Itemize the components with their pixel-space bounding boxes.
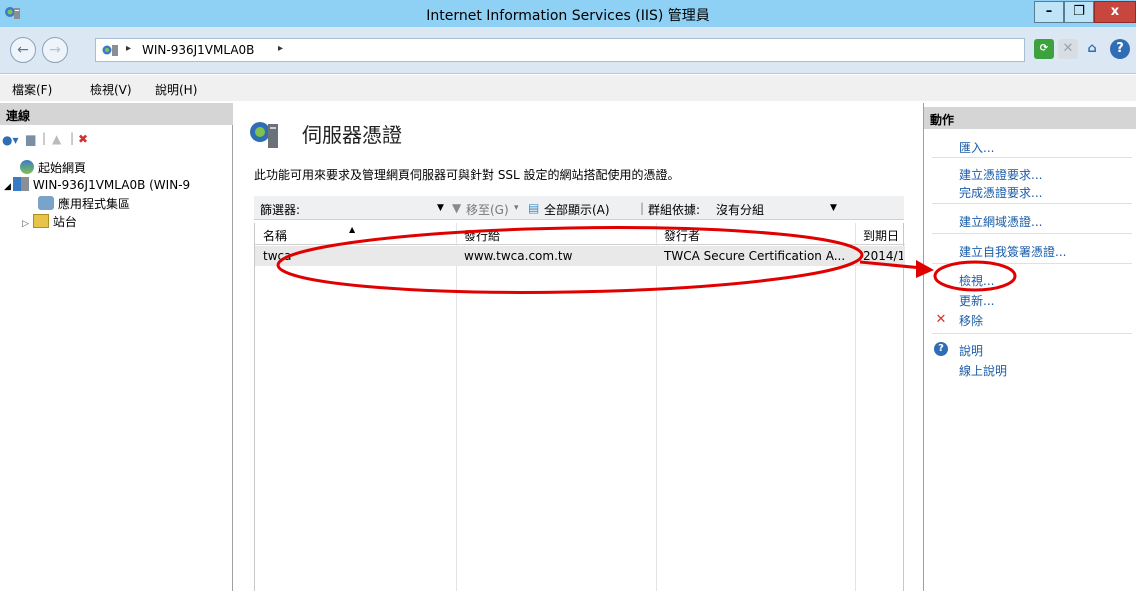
home-icon[interactable]: ⌂	[1082, 39, 1102, 59]
stop-icon[interactable]: ✕	[1058, 39, 1078, 59]
connect-globe-icon[interactable]: ●▾	[2, 133, 19, 147]
menu-view[interactable]: 檢視(V)	[90, 81, 132, 98]
toolbar-divider: |	[640, 201, 645, 215]
cell-name: twca	[263, 249, 292, 263]
tree-sites[interactable]: ▷ 站台	[22, 213, 77, 230]
connections-toolbar: ●▾ ▆ | ▲ | ✖	[0, 127, 233, 151]
connections-header: 連線	[0, 103, 233, 125]
cell-issued-to: www.twca.com.tw	[464, 249, 573, 263]
column-divider	[855, 223, 856, 591]
minimize-button[interactable]: –	[1034, 1, 1064, 23]
forward-button[interactable]: →	[42, 37, 68, 63]
certificates-table: 名稱 ▲ 發行給 發行者 到期日 twca www.twca.com.tw TW…	[254, 223, 905, 591]
title-bar: Internet Information Services (IIS) 管理員 …	[0, 0, 1136, 27]
complete-request-link[interactable]: 完成憑證要求...	[959, 184, 1042, 201]
refresh-icon[interactable]: ⟳	[1034, 39, 1054, 59]
tree-server[interactable]: ◢ WIN-936J1VMLA0B (WIN-9	[4, 177, 190, 192]
address-bar: ← → ▸ WIN-936J1VMLA0B ▸ ⟳ ✕ ⌂ ?	[0, 27, 1136, 74]
toolbar-divider: |	[42, 131, 47, 145]
column-issued-to[interactable]: 發行給	[464, 227, 500, 244]
table-row[interactable]: twca www.twca.com.tw TWCA Secure Certifi…	[255, 246, 905, 266]
table-header: 名稱 ▲ 發行給 發行者 到期日	[255, 223, 905, 245]
divider	[932, 263, 1132, 264]
window-title: Internet Information Services (IIS) 管理員	[426, 8, 710, 24]
close-button[interactable]: x	[1094, 1, 1136, 23]
tree-app-pools[interactable]: 應用程式集區	[38, 195, 130, 212]
create-domain-cert-link[interactable]: 建立網域憑證...	[959, 213, 1042, 230]
column-issued-by[interactable]: 發行者	[664, 227, 700, 244]
save-icon[interactable]: ▆	[26, 132, 35, 146]
import-link[interactable]: 匯入...	[959, 139, 994, 156]
page-description: 此功能可用來要求及管理網頁伺服器可與針對 SSL 設定的網站搭配使用的憑證。	[254, 168, 680, 182]
filter-dropdown-icon[interactable]: ▼	[437, 203, 444, 213]
toolbar-divider: |	[70, 131, 75, 145]
group-by-select[interactable]: 沒有分組	[716, 201, 764, 218]
divider	[932, 203, 1132, 204]
column-divider	[456, 223, 457, 591]
tree-label: 應用程式集區	[58, 197, 131, 211]
breadcrumb-server[interactable]: WIN-936J1VMLA0B	[142, 43, 254, 57]
help-link[interactable]: 說明	[959, 342, 983, 359]
online-help-link[interactable]: 線上說明	[959, 362, 1007, 379]
show-all-icon: ▤	[528, 201, 540, 215]
group-by-label: 群組依據:	[648, 203, 701, 217]
page-title: 伺服器憑證	[302, 123, 402, 147]
tree-label: 起始網頁	[38, 161, 87, 175]
column-name[interactable]: 名稱	[263, 227, 287, 244]
goto-dropdown-icon[interactable]: ▾	[514, 203, 519, 213]
help-icon: ?	[934, 342, 948, 356]
back-button[interactable]: ←	[10, 37, 36, 63]
breadcrumb-separator[interactable]: ▸	[278, 43, 283, 54]
menu-file[interactable]: 檔案(F)	[12, 81, 52, 98]
column-divider	[656, 223, 657, 591]
goto-button[interactable]: 移至(G)	[466, 201, 509, 218]
actions-pane: 動作 匯入... 建立憑證要求... 完成憑證要求... 建立網域憑證... 建…	[923, 103, 1136, 591]
sites-folder-icon	[32, 214, 49, 228]
connections-pane: 連線 ●▾ ▆ | ▲ | ✖ 起始網頁 ◢ WIN-936J1VMLA0B (W…	[0, 103, 233, 591]
divider	[932, 333, 1132, 334]
server-icon	[102, 45, 118, 56]
view-link[interactable]: 檢視...	[959, 272, 994, 289]
sort-ascending-icon: ▲	[349, 225, 356, 234]
group-by-dropdown-icon[interactable]: ▼	[830, 203, 837, 213]
filter-label: 篩選器:	[260, 203, 301, 217]
maximize-button[interactable]: ❐	[1064, 1, 1094, 23]
funnel-icon: ▼	[452, 201, 462, 215]
renew-link[interactable]: 更新...	[959, 292, 994, 309]
tree-start-page[interactable]: 起始網頁	[20, 159, 86, 176]
divider	[932, 233, 1132, 234]
create-request-link[interactable]: 建立憑證要求...	[959, 166, 1042, 183]
server-icon	[12, 177, 29, 191]
breadcrumb-separator: ▸	[126, 43, 132, 54]
divider	[932, 157, 1132, 158]
remove-link[interactable]: 移除	[959, 312, 983, 329]
filter-bar: 篩選器: ▼ ▼ 移至(G) ▾ ▤ 全部顯示(A) | 群組依據: 沒有分組 …	[254, 196, 904, 220]
back-arrow-icon: ←	[17, 42, 29, 58]
menu-help[interactable]: 說明(H)	[155, 81, 197, 98]
expand-arrow-icon[interactable]: ▷	[22, 219, 29, 229]
tree-label: 站台	[52, 215, 77, 229]
column-expiration[interactable]: 到期日	[863, 227, 899, 244]
up-level-icon[interactable]: ▲	[52, 132, 61, 146]
filter-input[interactable]	[314, 200, 434, 216]
feature-pane: 伺服器憑證 此功能可用來要求及管理網頁伺服器可與針對 SSL 設定的網站搭配使用…	[234, 103, 922, 591]
app-pool-icon	[38, 196, 54, 210]
create-self-signed-link[interactable]: 建立自我簽署憑證...	[959, 243, 1066, 260]
disconnect-icon[interactable]: ✖	[78, 132, 88, 146]
server-certificates-icon	[250, 122, 278, 148]
cell-issued-by: TWCA Secure Certification A...	[664, 249, 846, 263]
start-page-icon	[20, 160, 34, 174]
show-all-button[interactable]: 全部顯示(A)	[544, 201, 610, 218]
tree-label: WIN-936J1VMLA0B (WIN-9	[32, 178, 191, 192]
collapse-arrow-icon[interactable]: ◢	[4, 182, 11, 192]
help-icon[interactable]: ?	[1110, 39, 1130, 59]
address-field[interactable]: ▸ WIN-936J1VMLA0B ▸	[95, 38, 1025, 62]
actions-header: 動作	[924, 107, 1136, 129]
cell-expiration: 2014/1	[863, 249, 903, 263]
forward-arrow-icon: →	[49, 42, 61, 58]
address-toolbar: ⟳ ✕ ⌂ ?	[1030, 39, 1136, 61]
menu-bar: 檔案(F) 檢視(V) 說明(H)	[0, 75, 1136, 101]
iis-manager-window: Internet Information Services (IIS) 管理員 …	[0, 0, 1136, 591]
remove-icon: ✕	[935, 312, 947, 327]
